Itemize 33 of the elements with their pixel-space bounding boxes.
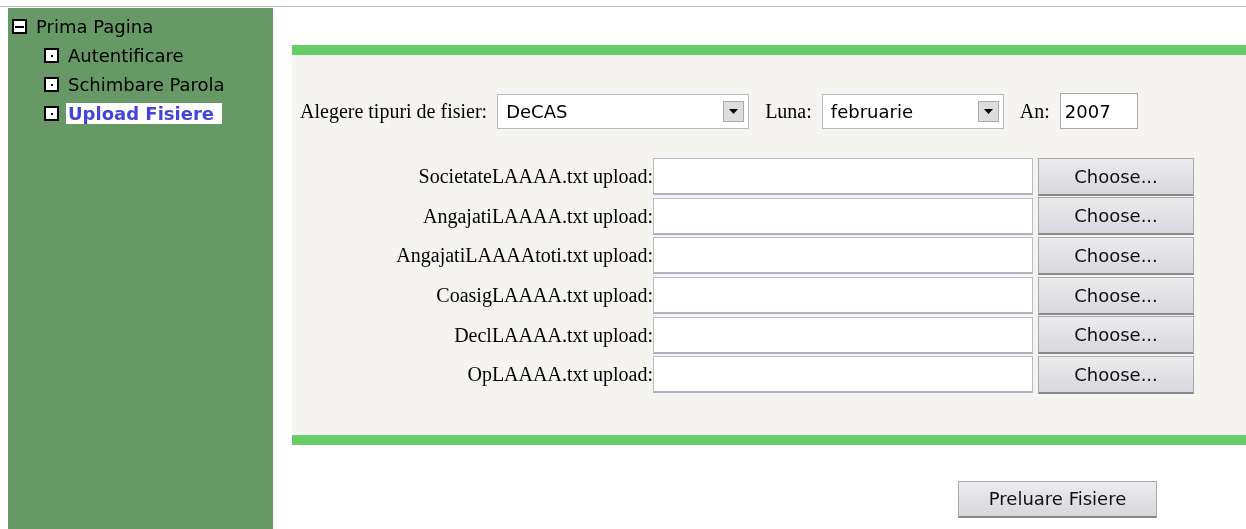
choose-button[interactable]: Choose... (1038, 355, 1194, 394)
tree-item[interactable]: Prima Pagina (34, 16, 162, 37)
choose-button[interactable]: Choose... (1038, 157, 1194, 196)
field-label: DeclLAAAA.txt upload: (453, 323, 653, 347)
tree-item[interactable]: Autentificare (66, 45, 192, 66)
file-path-field[interactable] (653, 158, 1033, 196)
choose-button[interactable]: Choose... (1038, 276, 1194, 315)
field-label: SocietateLAAAA.txt upload: (417, 165, 653, 189)
field-label: OpLAAAA.txt upload: (466, 363, 653, 387)
field-label: AngajatiLAAAA.txt upload: (422, 204, 653, 228)
file-path-field[interactable] (653, 277, 1033, 315)
field-label: An: (1019, 99, 1050, 123)
leaf-icon (44, 48, 59, 63)
year-field[interactable]: 2007 (1059, 93, 1138, 129)
field-label: Luna: (765, 99, 812, 123)
choose-button[interactable]: Choose... (1038, 237, 1194, 275)
leaf-icon (44, 77, 59, 92)
file-path-field[interactable] (653, 197, 1033, 235)
field-label: AngajatiLAAAAtoti.txt upload: (395, 244, 653, 268)
field-label: CoasigLAAAA.txt upload: (435, 284, 653, 308)
tree-item[interactable]: Upload Fisiere (66, 103, 222, 124)
file-path-field[interactable] (653, 356, 1033, 394)
submit-button[interactable]: Preluare Fisiere (958, 480, 1157, 518)
file-path-field[interactable] (653, 316, 1033, 354)
month-dropdown[interactable]: februarie (821, 93, 1004, 129)
leaf-icon (44, 106, 59, 121)
field-label: Alegere tipuri de fisier: (300, 99, 488, 123)
choose-button[interactable]: Choose... (1038, 197, 1194, 236)
tree-item[interactable]: Schimbare Parola (66, 74, 233, 95)
file-type-dropdown[interactable]: DeCAS (497, 93, 750, 129)
file-path-field[interactable] (653, 237, 1033, 275)
collapse-icon[interactable] (12, 19, 27, 34)
choose-button[interactable]: Choose... (1038, 316, 1194, 355)
